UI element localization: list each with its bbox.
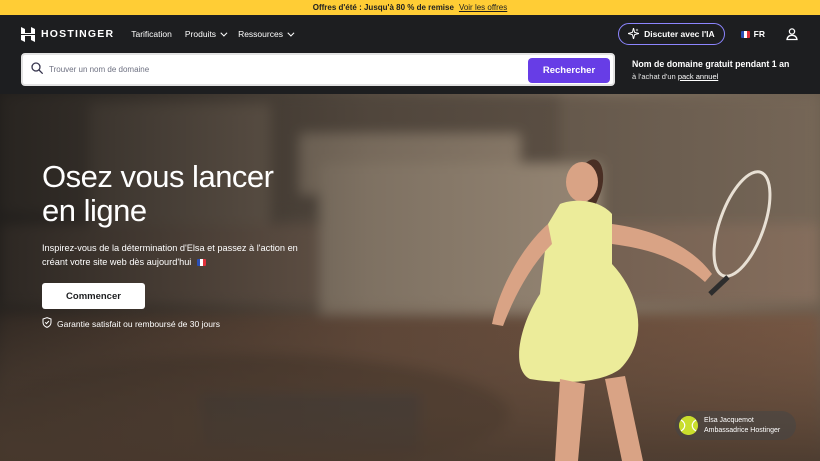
domain-search-section: Rechercher Nom de domaine gratuit pendan…: [0, 53, 820, 94]
search-icon: [31, 61, 43, 79]
ai-chat-button[interactable]: Discuter avec l'IA: [618, 23, 725, 45]
annual-pack-link[interactable]: pack annuel: [678, 72, 718, 81]
nav-item-label: Ressources: [238, 29, 283, 39]
domain-promo-title: Nom de domaine gratuit pendant 1 an: [632, 59, 790, 69]
hero-title: Osez vous lancer en ligne: [42, 159, 274, 228]
nav-item-label: Produits: [184, 29, 217, 39]
nav-item-label: Tarification: [131, 29, 172, 39]
start-button[interactable]: Commencer: [42, 283, 145, 309]
france-flag-icon: [740, 30, 750, 38]
nav-item-produits[interactable]: Produits: [184, 29, 228, 39]
search-button[interactable]: Rechercher: [528, 58, 610, 83]
user-icon[interactable]: [785, 27, 799, 41]
promo-link[interactable]: Voir les offres: [459, 3, 507, 12]
language-selector[interactable]: FR: [740, 29, 765, 39]
shield-check-icon: [42, 317, 52, 330]
hero-subtitle-text: Inspirez-vous de la détermination d'Elsa…: [42, 243, 298, 267]
logo-text: HOSTINGER: [41, 28, 115, 40]
domain-promo-sub: à l'achat d'un pack annuel: [632, 72, 789, 81]
logo[interactable]: HOSTINGER: [21, 26, 115, 42]
ambassador-badge: Elsa Jacquemot Ambassadrice Hostinger: [675, 411, 796, 440]
promo-bar: Offres d'été : Jusqu'à 80 % de remise Vo…: [0, 0, 820, 15]
language-label: FR: [753, 29, 765, 39]
nav-item-tarification[interactable]: Tarification: [131, 29, 172, 39]
hostinger-logo-icon: [21, 26, 35, 42]
promo-text: Offres d'été : Jusqu'à 80 % de remise: [312, 3, 454, 12]
main-nav: HOSTINGER Tarification Produits Ressourc…: [0, 15, 820, 53]
chevron-down-icon: [220, 29, 228, 37]
nav-item-ressources[interactable]: Ressources: [238, 29, 295, 39]
hero-content: Osez vous lancer en ligne Inspirez-vous …: [42, 160, 342, 330]
ambassador-info: Elsa Jacquemot Ambassadrice Hostinger: [704, 416, 780, 435]
ai-chat-label: Discuter avec l'IA: [644, 29, 715, 39]
france-flag-icon: [196, 258, 206, 266]
chevron-down-icon: [287, 29, 295, 37]
domain-search-box: Rechercher: [21, 53, 615, 86]
nav-links: Tarification Produits Ressources: [131, 29, 295, 39]
guarantee-text: Garantie satisfait ou remboursé de 30 jo…: [57, 318, 221, 329]
hero-section: Osez vous lancer en ligne Inspirez-vous …: [0, 94, 820, 461]
ambassador-name: Elsa Jacquemot: [704, 417, 754, 424]
domain-promo: Nom de domaine gratuit pendant 1 an à l'…: [632, 59, 789, 81]
nav-right: Discuter avec l'IA FR: [618, 23, 799, 45]
sparkle-icon: [628, 27, 640, 41]
tennis-ball-icon: [679, 416, 698, 435]
guarantee: Garantie satisfait ou remboursé de 30 jo…: [42, 317, 342, 330]
ambassador-role: Ambassadrice Hostinger: [704, 426, 781, 434]
hero-subtitle: Inspirez-vous de la détermination d'Elsa…: [42, 242, 322, 269]
domain-promo-prefix: à l'achat d'un: [632, 72, 676, 81]
